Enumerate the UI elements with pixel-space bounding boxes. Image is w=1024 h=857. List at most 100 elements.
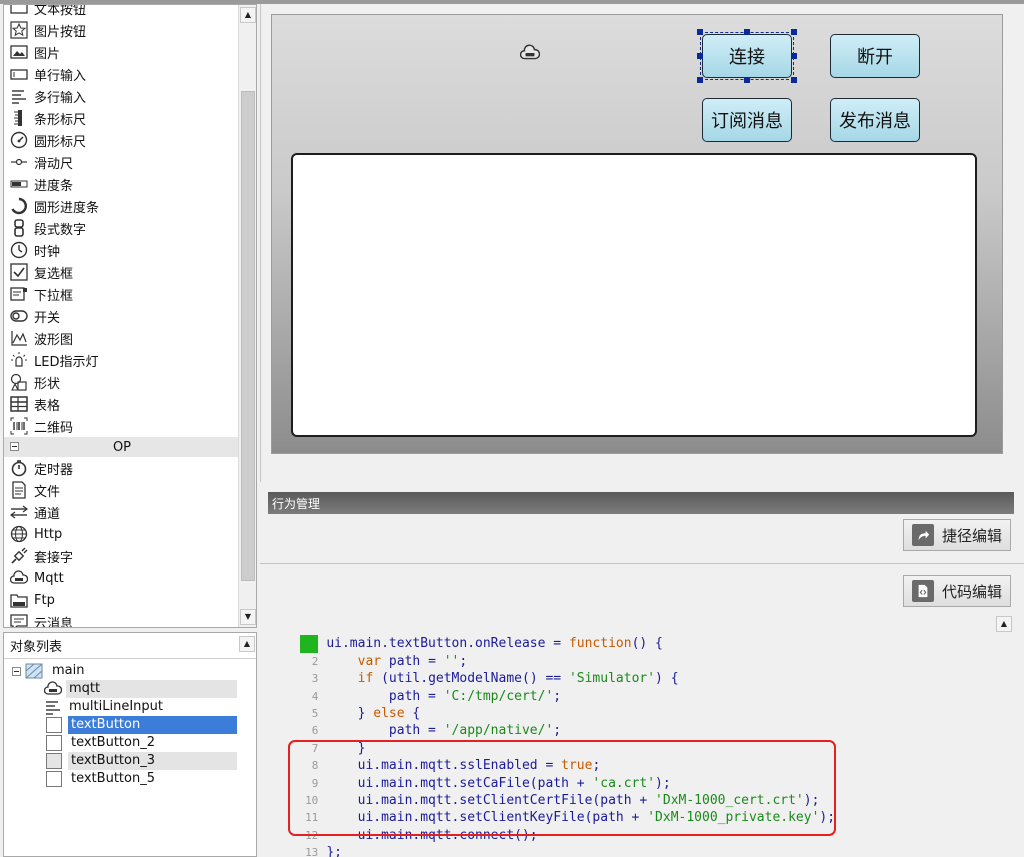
palette-item-clock[interactable]: 时钟 xyxy=(4,239,240,261)
palette-item-segment-digit[interactable]: 段式数字 xyxy=(4,217,240,239)
tree-item-main[interactable]: main xyxy=(12,662,87,680)
object-list-title: 对象列表 xyxy=(10,640,63,655)
palette-item-bar-gauge[interactable]: 条形标尺 xyxy=(4,107,240,129)
collapse-icon[interactable] xyxy=(10,442,19,451)
code-line[interactable]: 13}; xyxy=(265,827,995,857)
multi-line-input-widget[interactable] xyxy=(291,153,977,437)
palette-item-switch[interactable]: 开关 xyxy=(4,305,240,327)
palette-item-image-button[interactable]: 图片按钮 xyxy=(4,19,240,41)
design-canvas-panel: 连接 断开 订阅消息 发布消息 xyxy=(260,4,1024,482)
checkbox-icon xyxy=(10,263,28,281)
palette-item-circular-progress[interactable]: 圆形进度条 xyxy=(4,195,240,217)
code-line[interactable]: 7 } xyxy=(265,722,995,756)
subscribe-button[interactable]: 订阅消息 xyxy=(702,98,792,142)
resize-handle[interactable] xyxy=(744,29,750,35)
switch-icon xyxy=(10,310,28,322)
palette-item-single-line-input[interactable]: 单行输入 xyxy=(4,63,240,85)
code-line[interactable]: 5 } else { xyxy=(265,688,995,721)
code-line[interactable]: 14 xyxy=(265,844,995,857)
palette-item-label: 云消息 xyxy=(34,616,74,628)
code-line[interactable]: 10 ui.main.mqtt.setClientCertFile(path +… xyxy=(265,775,995,808)
tree-item-mqtt[interactable]: mqtt xyxy=(44,680,237,698)
palette-item-file[interactable]: 文件 xyxy=(4,479,240,501)
palette-scrollbar[interactable]: ▲ ▼ xyxy=(238,5,256,627)
tree-item-textbutton-3[interactable]: textButton_3 xyxy=(46,752,237,770)
file-icon xyxy=(12,481,26,499)
tree-item-textbutton[interactable]: textButton xyxy=(46,716,237,734)
globe-icon xyxy=(10,525,28,543)
scroll-up-button[interactable]: ▲ xyxy=(240,7,256,23)
text-button-icon xyxy=(46,753,62,769)
palette-item-timer[interactable]: 定时器 xyxy=(4,457,240,479)
editor-scrollbar[interactable]: ▲ xyxy=(995,614,1014,857)
resize-handle[interactable] xyxy=(791,77,797,83)
scroll-up-button[interactable]: ▲ xyxy=(996,616,1012,632)
code-line[interactable]: 12 ui.main.mqtt.connect(); xyxy=(265,809,995,843)
resize-handle[interactable] xyxy=(697,77,703,83)
palette-item-label: 图片 xyxy=(34,46,61,62)
screen-icon xyxy=(25,663,43,679)
palette-item-led[interactable]: LED指示灯 xyxy=(4,349,240,371)
palette-item-label: 波形图 xyxy=(34,332,74,348)
palette-item-qrcode[interactable]: 二维码 xyxy=(4,415,240,437)
palette-item-ftp[interactable]: Ftp xyxy=(4,589,240,611)
behavior-panel-header: 行为管理 xyxy=(268,492,1014,514)
scroll-down-button[interactable]: ▼ xyxy=(240,609,256,625)
palette-item-label: 表格 xyxy=(34,398,61,414)
palette-item-table[interactable]: 表格 xyxy=(4,393,240,415)
disconnect-button[interactable]: 断开 xyxy=(830,34,920,78)
code-line[interactable]: 1 ui.main.textButton.onRelease = function… xyxy=(265,618,995,653)
code-line[interactable]: 11 ui.main.mqtt.setClientKeyFile(path + … xyxy=(265,792,995,825)
palette-group-op[interactable]: OP xyxy=(4,437,240,457)
text-button-icon xyxy=(46,735,62,751)
tree-item-textbutton-2[interactable]: textButton_2 xyxy=(46,734,158,752)
palette-item-cloud-message[interactable]: 云消息 xyxy=(4,611,240,628)
palette-item-shape[interactable]: 形状 xyxy=(4,371,240,393)
publish-button[interactable]: 发布消息 xyxy=(830,98,920,142)
palette-item-dropdown[interactable]: 下拉框 xyxy=(4,283,240,305)
tree-item-textbutton-5[interactable]: textButton_5 xyxy=(46,770,158,788)
collapse-icon[interactable] xyxy=(12,666,21,676)
code-line[interactable]: 4 path = 'C:/tmp/cert/'; xyxy=(265,670,995,704)
palette-item-text-button[interactable]: 文本按钮 xyxy=(4,5,240,19)
shortcut-edit-button[interactable]: 捷径编辑 xyxy=(903,519,1012,551)
palette-item-mqtt[interactable]: Mqtt xyxy=(4,567,240,589)
palette-item-slider[interactable]: 滑动尺 xyxy=(4,151,240,173)
resize-handle[interactable] xyxy=(744,77,750,83)
palette-item-progress-bar[interactable]: 进度条 xyxy=(4,173,240,195)
tree-item-multilineinput[interactable]: multiLineInput xyxy=(44,698,166,716)
waveform-icon xyxy=(11,331,27,346)
object-list-header: 对象列表 xyxy=(4,633,256,659)
resize-handle[interactable] xyxy=(697,29,703,35)
segment-digit-icon xyxy=(14,219,24,237)
scroll-up-button[interactable]: ▲ xyxy=(239,636,255,652)
palette-item-label: 下拉框 xyxy=(34,288,74,304)
palette-item-label: 二维码 xyxy=(34,420,74,436)
code-line[interactable]: 6 path = '/app/native/'; xyxy=(265,705,995,738)
resize-handle[interactable] xyxy=(791,53,797,59)
code-line[interactable]: 9 ui.main.mqtt.setCaFile(path + 'ca.crt'… xyxy=(265,757,995,791)
palette-item-checkbox[interactable]: 复选框 xyxy=(4,261,240,283)
code-editor[interactable]: 1 ui.main.textButton.onRelease = function… xyxy=(265,614,1015,857)
text-button-icon xyxy=(46,717,62,733)
palette-item-round-gauge[interactable]: 圆形标尺 xyxy=(4,129,240,151)
scroll-thumb[interactable] xyxy=(241,91,255,581)
single-line-input-icon xyxy=(10,69,28,80)
code-line[interactable]: 2 var path = ''; xyxy=(265,635,995,669)
palette-item-http[interactable]: Http xyxy=(4,523,240,545)
palette-item-image[interactable]: 图片 xyxy=(4,41,240,63)
code-line[interactable]: 3 if (util.getModelName() == 'Simulator'… xyxy=(265,653,995,686)
palette-item-waveform[interactable]: 波形图 xyxy=(4,327,240,349)
object-list-scrollbar[interactable]: ▲ xyxy=(238,633,257,659)
mqtt-icon[interactable] xyxy=(520,44,540,62)
code-edit-button[interactable]: 代码编辑 xyxy=(903,575,1012,607)
palette-item-socket[interactable]: 套接字 xyxy=(4,545,240,567)
palette-item-multi-line-input[interactable]: 多行输入 xyxy=(4,85,240,107)
design-screen[interactable]: 连接 断开 订阅消息 发布消息 xyxy=(271,14,1003,454)
palette-item-label: 条形标尺 xyxy=(34,112,87,128)
text-button-icon xyxy=(10,5,28,14)
resize-handle[interactable] xyxy=(791,29,797,35)
code-line[interactable]: 8 ui.main.mqtt.sslEnabled = true; xyxy=(265,740,995,773)
resize-handle[interactable] xyxy=(697,53,703,59)
palette-item-channel[interactable]: 通道 xyxy=(4,501,240,523)
